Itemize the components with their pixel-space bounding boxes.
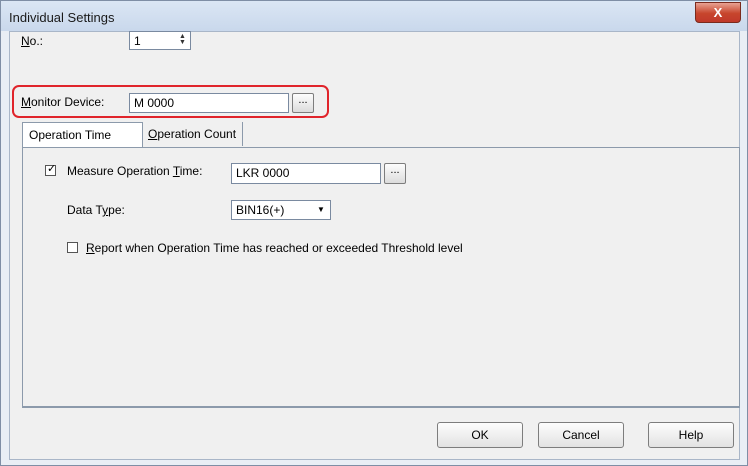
title-bar[interactable]: Individual Settings X: [1, 1, 747, 31]
measure-operation-time-value: LKR 0000: [236, 166, 290, 180]
monitor-device-label: Monitor Device:: [21, 95, 105, 109]
spinner-arrows-icon[interactable]: ▲ ▼: [177, 33, 188, 47]
help-button[interactable]: Help: [648, 422, 734, 448]
monitor-device-value: M 0000: [134, 96, 175, 110]
window-title: Individual Settings: [9, 10, 115, 25]
tab-operation-count[interactable]: Operation Count: [142, 122, 244, 146]
no-value: 1: [134, 34, 141, 48]
measure-operation-time-label: Measure Operation Time:: [67, 164, 203, 178]
tab-operation-time[interactable]: Operation Time: [22, 122, 143, 147]
report-threshold-checkbox[interactable]: [67, 242, 78, 253]
ok-button[interactable]: OK: [437, 422, 523, 448]
data-type-label: Data Type:: [67, 203, 125, 217]
chevron-down-icon[interactable]: ▼: [314, 203, 328, 217]
no-spin-input[interactable]: 1 ▲ ▼: [129, 31, 191, 50]
measure-operation-time-checkbox[interactable]: ✓: [45, 163, 57, 176]
monitor-device-input[interactable]: M 0000: [129, 93, 289, 113]
data-type-value: BIN16(+): [236, 203, 285, 217]
no-label: No.:: [21, 34, 44, 48]
data-type-select[interactable]: BIN16(+) ▼: [231, 200, 331, 220]
measure-browse-button[interactable]: ...: [384, 163, 406, 184]
report-threshold-label: Report when Operation Time has reached o…: [86, 241, 463, 255]
check-mark-icon: ✓: [47, 163, 57, 175]
measure-operation-time-input[interactable]: LKR 0000: [231, 163, 381, 184]
cancel-button[interactable]: Cancel: [538, 422, 624, 448]
monitor-device-browse-button[interactable]: ...: [292, 93, 314, 113]
close-button[interactable]: X: [695, 2, 741, 23]
tab-panel-operation-time: [22, 147, 740, 408]
